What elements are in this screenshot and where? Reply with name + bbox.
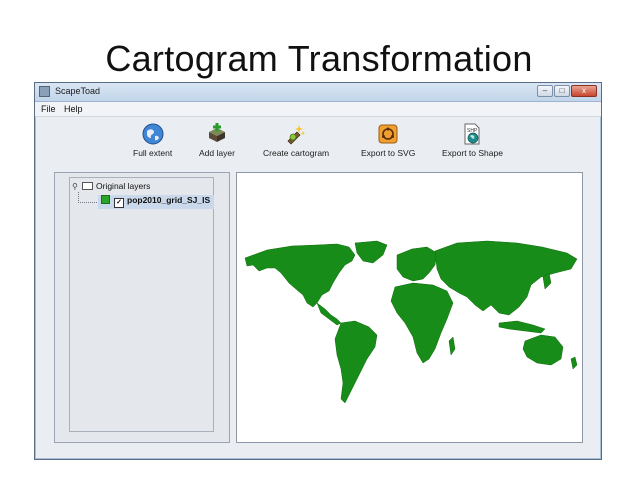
africa-shape bbox=[390, 282, 454, 364]
add-layer-icon bbox=[208, 123, 225, 142]
toolbar: Full extent Add layer Create cartogram E… bbox=[35, 117, 601, 167]
title-bar[interactable]: ScapeToad – □ x bbox=[35, 83, 601, 102]
layer-visibility-checkbox[interactable]: ✓ bbox=[114, 198, 124, 208]
layer-color-swatch bbox=[101, 195, 110, 204]
expand-toggle-icon[interactable]: ⚲ bbox=[72, 182, 80, 191]
menu-bar: File Help bbox=[35, 102, 601, 117]
menu-help[interactable]: Help bbox=[64, 104, 83, 114]
create-cartogram-button[interactable]: Create cartogram bbox=[263, 123, 329, 158]
layer-name: pop2010_grid_SJ_IS bbox=[127, 195, 211, 205]
export-svg-button[interactable]: Export to SVG bbox=[361, 123, 415, 158]
full-extent-button[interactable]: Full extent bbox=[133, 123, 172, 158]
window-controls: – □ x bbox=[537, 85, 597, 97]
window-title: ScapeToad bbox=[55, 86, 101, 96]
layer-item[interactable]: ✓ pop2010_grid_SJ_IS bbox=[98, 195, 214, 209]
folder-icon bbox=[82, 182, 93, 190]
shape-export-icon: SHP bbox=[464, 123, 480, 145]
minimize-button[interactable]: – bbox=[537, 85, 553, 97]
svg-export-icon bbox=[378, 124, 398, 144]
world-map bbox=[244, 240, 578, 404]
add-layer-label: Add layer bbox=[199, 148, 235, 158]
app-icon bbox=[39, 86, 50, 97]
greenland-shape bbox=[354, 240, 388, 264]
export-shape-label: Export to Shape bbox=[442, 148, 503, 158]
central-america-shape bbox=[316, 302, 342, 326]
new-zealand-shape bbox=[570, 356, 578, 370]
tree-root-label: Original layers bbox=[96, 181, 151, 191]
globe-icon bbox=[142, 123, 164, 145]
maximize-button[interactable]: □ bbox=[554, 85, 570, 97]
indonesia-shape bbox=[498, 320, 546, 334]
europe-shape bbox=[396, 246, 438, 282]
north-america-shape bbox=[244, 243, 356, 308]
tree-root-original-layers[interactable]: ⚲ Original layers bbox=[72, 181, 150, 191]
slide-title: Cartogram Transformation bbox=[105, 38, 533, 79]
cartogram-icon bbox=[287, 125, 306, 145]
map-view[interactable] bbox=[236, 172, 583, 443]
layers-panel: ⚲ Original layers ✓ pop2010_grid_SJ_IS bbox=[54, 172, 230, 443]
tree-connector bbox=[78, 192, 97, 203]
menu-file[interactable]: File bbox=[41, 104, 56, 114]
australia-shape bbox=[522, 334, 564, 366]
add-layer-button[interactable]: Add layer bbox=[199, 123, 235, 158]
asia-shape bbox=[434, 240, 578, 316]
scapetoad-window: ScapeToad – □ x File Help Full extent Ad… bbox=[34, 82, 602, 460]
full-extent-label: Full extent bbox=[133, 148, 173, 158]
create-cartogram-label: Create cartogram bbox=[263, 148, 330, 158]
export-shape-button[interactable]: SHP Export to Shape bbox=[442, 123, 503, 158]
close-button[interactable]: x bbox=[571, 85, 597, 97]
south-america-shape bbox=[334, 320, 378, 404]
madagascar-shape bbox=[448, 336, 456, 356]
layer-tree[interactable]: ⚲ Original layers ✓ pop2010_grid_SJ_IS bbox=[69, 177, 214, 432]
export-svg-label: Export to SVG bbox=[361, 148, 416, 158]
